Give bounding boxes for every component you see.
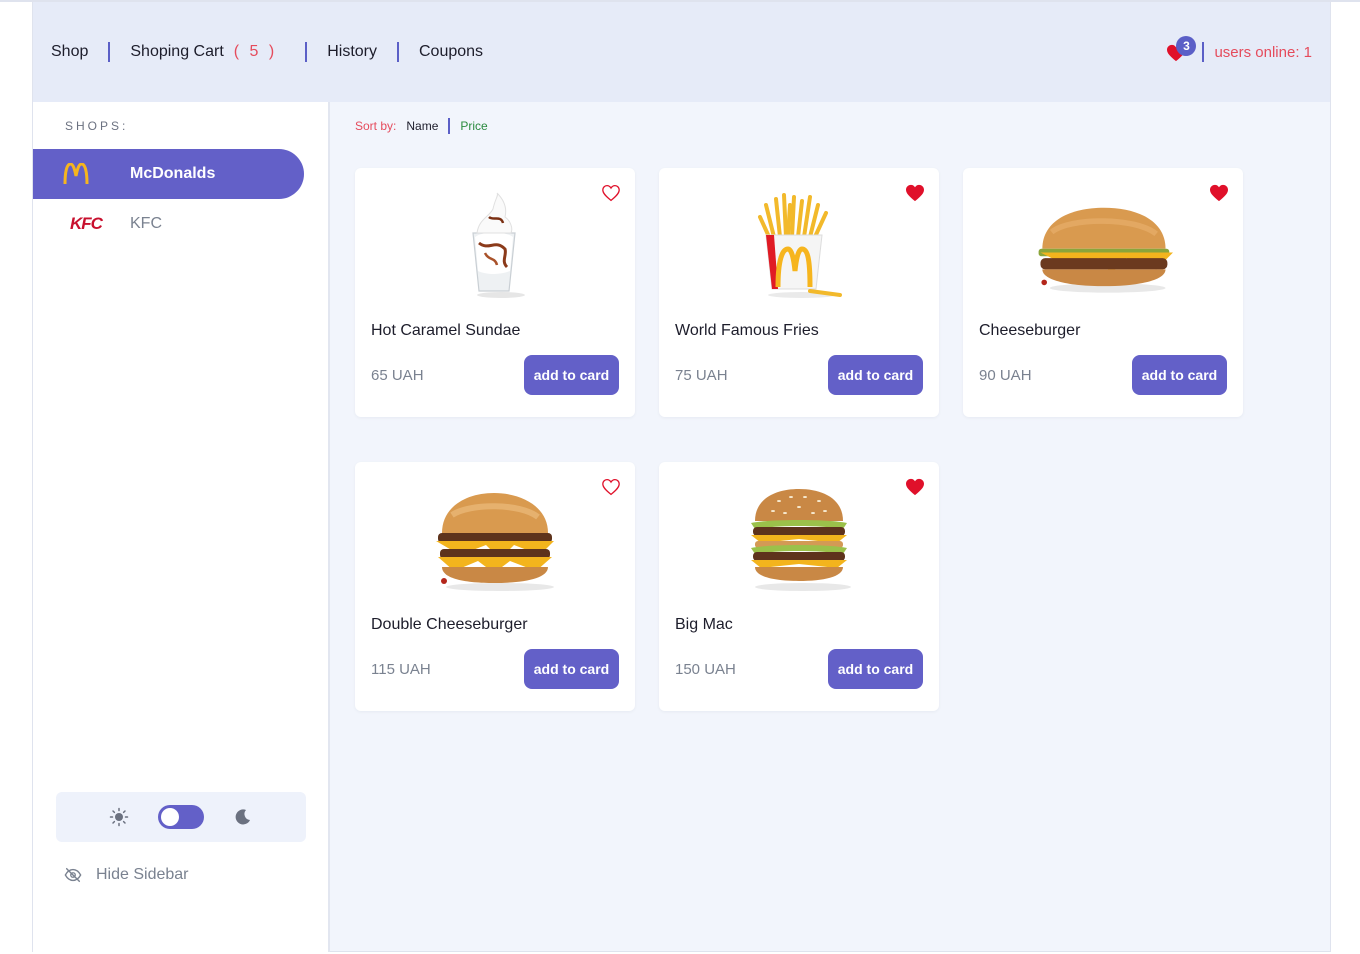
sidebar-item-label: KFC xyxy=(130,215,162,232)
product-name: Hot Caramel Sundae xyxy=(371,322,521,339)
product-card: World Famous Fries 75 UAH add to card xyxy=(659,168,939,417)
shops-title: SHOPS: xyxy=(65,119,129,133)
kfc-logo-text: KFC xyxy=(70,214,103,233)
sort-bar: Sort by: Name Price xyxy=(355,118,488,134)
nav-divider xyxy=(397,42,399,62)
nav-coupons[interactable]: Coupons xyxy=(419,43,483,61)
sidebar-item-kfc[interactable]: KFC KFC xyxy=(33,199,304,249)
app-window: Shop Shoping Cart ( 5 ) History Coupons 3… xyxy=(32,2,1331,952)
toggle-knob xyxy=(161,808,179,826)
theme-toggle[interactable] xyxy=(158,805,204,829)
product-name: Double Cheeseburger xyxy=(371,616,528,633)
heart-icon[interactable] xyxy=(1209,184,1229,202)
nav-cart[interactable]: Shoping Cart ( 5 ) xyxy=(130,43,277,61)
product-name: Big Mac xyxy=(675,616,733,633)
sidebar: SHOPS: McDonalds KFC KFC Hide Sidebar xyxy=(33,102,330,952)
add-to-cart-button[interactable]: add to card xyxy=(828,649,923,689)
product-card: Cheeseburger 90 UAH add to card xyxy=(963,168,1243,417)
sundae-image xyxy=(425,186,565,306)
product-card: Double Cheeseburger 115 UAH add to card xyxy=(355,462,635,711)
sidebar-item-mcdonalds[interactable]: McDonalds xyxy=(33,149,304,199)
product-name: World Famous Fries xyxy=(675,322,819,339)
main-nav: Shop Shoping Cart ( 5 ) History Coupons xyxy=(51,42,483,62)
cheeseburger-image xyxy=(1033,186,1173,306)
product-area: Sort by: Name Price Hot Caramel Sundae 6… xyxy=(330,102,1330,952)
heart-outline-icon[interactable] xyxy=(601,184,621,202)
product-price: 65 UAH xyxy=(371,367,424,384)
product-card: Hot Caramel Sundae 65 UAH add to card xyxy=(355,168,635,417)
product-price: 75 UAH xyxy=(675,367,728,384)
add-to-cart-button[interactable]: add to card xyxy=(1132,355,1227,395)
moon-icon[interactable] xyxy=(232,806,254,828)
sort-by-price[interactable]: Price xyxy=(460,119,487,133)
heart-icon[interactable] xyxy=(905,184,925,202)
sort-divider xyxy=(448,118,451,134)
sort-label: Sort by: xyxy=(355,119,397,133)
product-price: 115 UAH xyxy=(371,661,431,678)
header-right: 3 users online: 1 xyxy=(1166,36,1312,64)
nav-cart-label: Shoping Cart xyxy=(130,43,224,60)
product-card: Big Mac 150 UAH add to card xyxy=(659,462,939,711)
kfc-logo-icon: KFC xyxy=(63,214,123,234)
big-mac-image xyxy=(729,480,869,600)
fries-image xyxy=(729,186,869,306)
hide-sidebar-label: Hide Sidebar xyxy=(96,866,189,883)
product-price: 90 UAH xyxy=(979,367,1032,384)
add-to-cart-button[interactable]: add to card xyxy=(524,355,619,395)
eye-off-icon xyxy=(64,867,82,883)
nav-divider xyxy=(108,42,111,62)
add-to-cart-button[interactable]: add to card xyxy=(828,355,923,395)
favorites-button[interactable]: 3 xyxy=(1166,36,1197,64)
product-name: Cheeseburger xyxy=(979,322,1081,339)
cart-count: ( 5 ) xyxy=(233,43,278,60)
heart-outline-icon[interactable] xyxy=(601,478,621,496)
nav-divider xyxy=(305,42,308,62)
heart-icon[interactable] xyxy=(905,478,925,496)
product-price: 150 UAH xyxy=(675,661,736,678)
header-divider xyxy=(1202,42,1205,62)
mcdonalds-logo-icon xyxy=(63,163,123,185)
sidebar-item-label: McDonalds xyxy=(130,165,216,182)
top-header: Shop Shoping Cart ( 5 ) History Coupons 3… xyxy=(33,2,1330,102)
nav-history[interactable]: History xyxy=(327,43,377,61)
theme-switcher xyxy=(56,792,306,842)
add-to-cart-button[interactable]: add to card xyxy=(524,649,619,689)
double-cheeseburger-image xyxy=(425,480,565,600)
hide-sidebar-button[interactable]: Hide Sidebar xyxy=(64,866,189,884)
sort-by-name[interactable]: Name xyxy=(406,119,438,133)
nav-shop[interactable]: Shop xyxy=(51,43,88,61)
users-online-status: users online: 1 xyxy=(1214,43,1312,61)
sun-icon[interactable] xyxy=(108,806,130,828)
favorites-badge: 3 xyxy=(1176,36,1197,56)
